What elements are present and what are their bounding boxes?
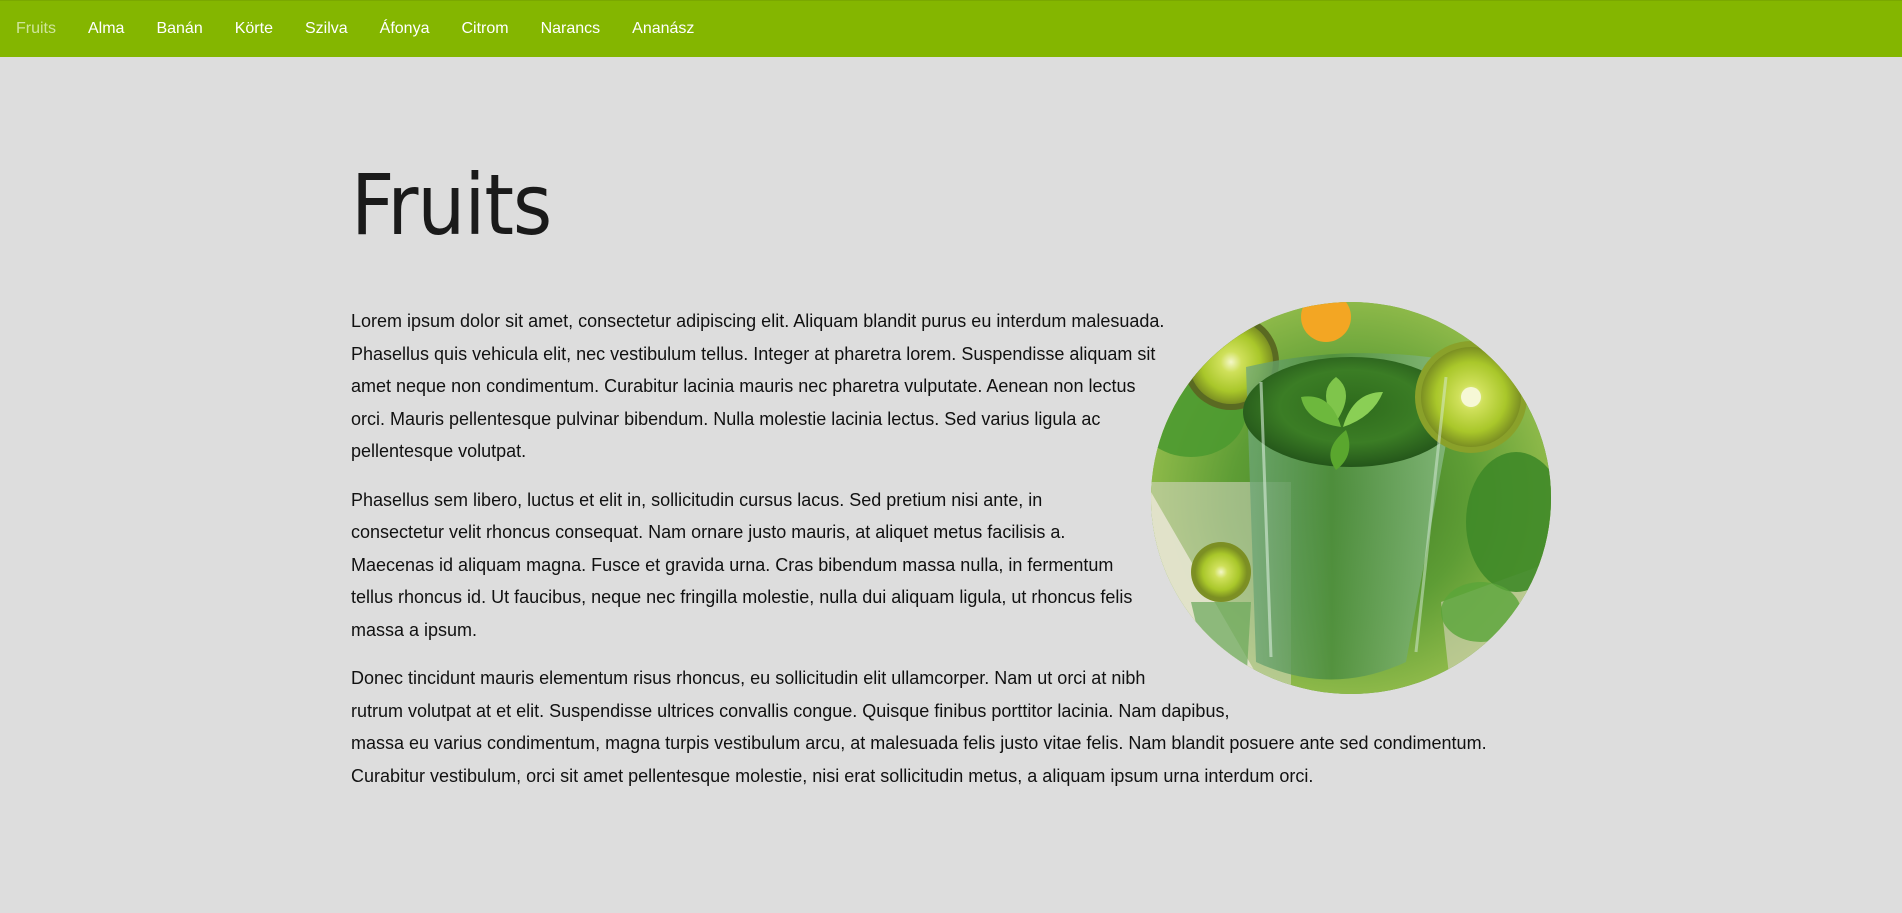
nav-item-citrom[interactable]: Citrom [461, 1, 508, 57]
green-smoothie-photo-icon [1151, 302, 1551, 694]
nav-item-szilva[interactable]: Szilva [305, 1, 348, 57]
nav-item-korte[interactable]: Körte [235, 1, 273, 57]
page-title: Fruits [351, 156, 552, 254]
nav-item-afonya[interactable]: Áfonya [380, 1, 430, 57]
top-navbar: Fruits Alma Banán Körte Szilva Áfonya Ci… [0, 0, 1902, 57]
nav-item-narancs[interactable]: Narancs [541, 1, 601, 57]
nav-item-fruits[interactable]: Fruits [16, 1, 56, 57]
article-body: Lorem ipsum dolor sit amet, consectetur … [351, 302, 1551, 808]
nav-item-alma[interactable]: Alma [88, 1, 124, 57]
nav-item-ananasz[interactable]: Ananász [632, 1, 694, 57]
smoothie-image [1151, 302, 1551, 694]
nav-list: Fruits Alma Banán Körte Szilva Áfonya Ci… [0, 1, 1902, 57]
nav-item-banan[interactable]: Banán [156, 1, 202, 57]
